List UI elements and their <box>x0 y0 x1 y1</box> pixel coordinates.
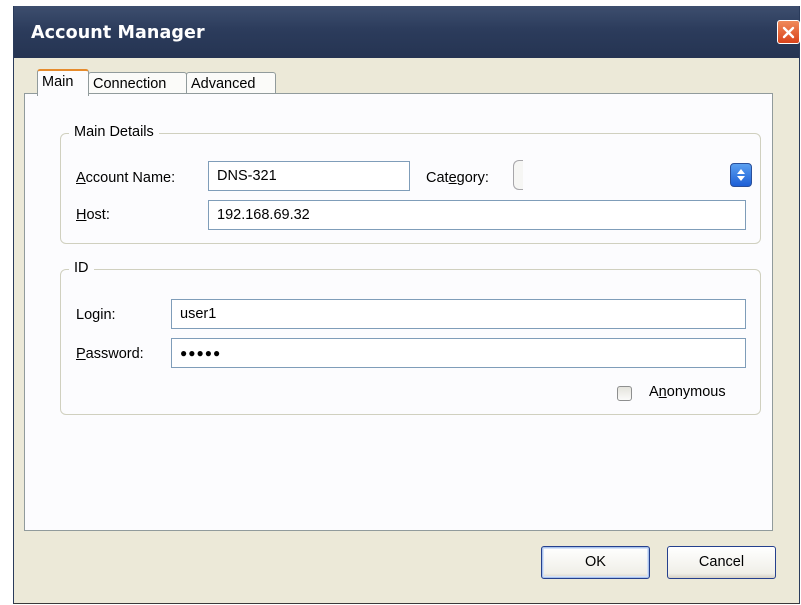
tab-main[interactable]: Main <box>37 69 89 96</box>
updown-arrow-icon[interactable] <box>730 163 752 187</box>
category-label: Category: <box>426 170 489 186</box>
cancel-button[interactable]: Cancel <box>667 546 776 579</box>
account-name-label: Account Name: <box>76 170 176 186</box>
title-bar[interactable]: Account Manager <box>14 6 800 58</box>
window-title: Account Manager <box>31 23 205 43</box>
anonymous-label[interactable]: Anonymous <box>649 384 726 400</box>
id-legend: ID <box>69 260 94 276</box>
tab-advanced-label: Advanced <box>191 76 256 92</box>
host-label: Host: <box>76 207 110 223</box>
login-input[interactable]: user1 <box>171 299 746 329</box>
ok-button[interactable]: OK <box>541 546 650 579</box>
main-details-legend: Main Details <box>69 124 159 140</box>
password-label: Password: <box>76 346 144 362</box>
host-input[interactable]: 192.168.69.32 <box>208 200 746 230</box>
account-name-input[interactable]: DNS-321 <box>208 161 410 191</box>
close-icon <box>782 26 795 38</box>
category-select[interactable] <box>513 160 752 190</box>
tab-connection-label: Connection <box>93 76 167 92</box>
tab-main-label: Main <box>42 74 74 90</box>
login-label: Login: <box>76 307 116 323</box>
password-input[interactable]: ●●●●● <box>171 338 746 368</box>
anonymous-checkbox[interactable] <box>617 386 632 401</box>
main-tab-panel: Main Details Account Name: DNS-321 Categ… <box>24 93 773 531</box>
category-select-edge <box>513 160 523 190</box>
close-button[interactable] <box>777 20 800 44</box>
